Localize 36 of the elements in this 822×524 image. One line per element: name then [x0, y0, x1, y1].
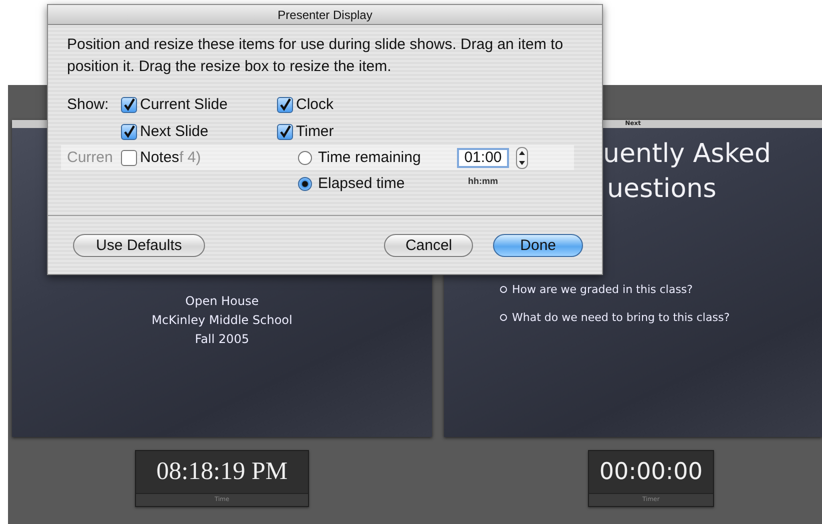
- dialog-title: Presenter Display: [278, 8, 372, 22]
- dialog-button[interactable]: Cancel: [384, 234, 474, 256]
- description-text: Position and resize these items for use during slide shows. Drag an item to position it. Drag the resize box to resize the item.: [67, 35, 564, 77]
- radio-button[interactable]: [298, 176, 312, 190]
- bullet-icon: [500, 286, 507, 293]
- clock-checkbox[interactable]: Clock: [277, 96, 334, 113]
- checkbox[interactable]: [277, 124, 293, 140]
- timer-time: 00:00:00: [598, 458, 704, 487]
- slide-title: uently Asked: [603, 138, 771, 171]
- duration-field[interactable]: 01:00: [457, 148, 509, 168]
- slide-bullet: What do we need to bring to this class?: [512, 310, 730, 326]
- stepper-icon[interactable]: [516, 146, 528, 168]
- slide-title: uestions: [607, 173, 716, 206]
- format-hint: hh:mm: [467, 176, 499, 186]
- slide-text: Open House: [185, 293, 259, 310]
- background-label: f 4): [179, 149, 201, 166]
- checkbox[interactable]: [121, 150, 137, 166]
- current-slide-checkbox[interactable]: Current Slide: [121, 96, 228, 113]
- bullet-icon: [500, 314, 507, 321]
- next-slide-checkbox[interactable]: Next Slide: [121, 123, 208, 140]
- timer-checkbox[interactable]: Timer: [277, 123, 334, 140]
- checkbox[interactable]: [121, 96, 137, 112]
- notes-checkbox[interactable]: Notes: [121, 149, 180, 166]
- slide-text: Fall 2005: [194, 331, 250, 348]
- done-button[interactable]: Done: [493, 234, 583, 256]
- time-remaining-radio[interactable]: Time remaining: [298, 149, 457, 166]
- elapsed-time-radio[interactable]: Elapsed time: [298, 175, 457, 192]
- radio-button[interactable]: [298, 150, 312, 164]
- slide-text: McKinley Middle School: [152, 312, 292, 329]
- show-label: Show:: [67, 96, 110, 113]
- slide-bullet: How are we graded in this class?: [512, 282, 693, 298]
- checkbox[interactable]: [121, 124, 137, 140]
- dialog-button[interactable]: Use Defaults: [73, 234, 205, 256]
- clock-time: 08:18:19 PM: [155, 457, 289, 487]
- checkbox[interactable]: [277, 96, 293, 112]
- background-label: Curren: [67, 149, 114, 166]
